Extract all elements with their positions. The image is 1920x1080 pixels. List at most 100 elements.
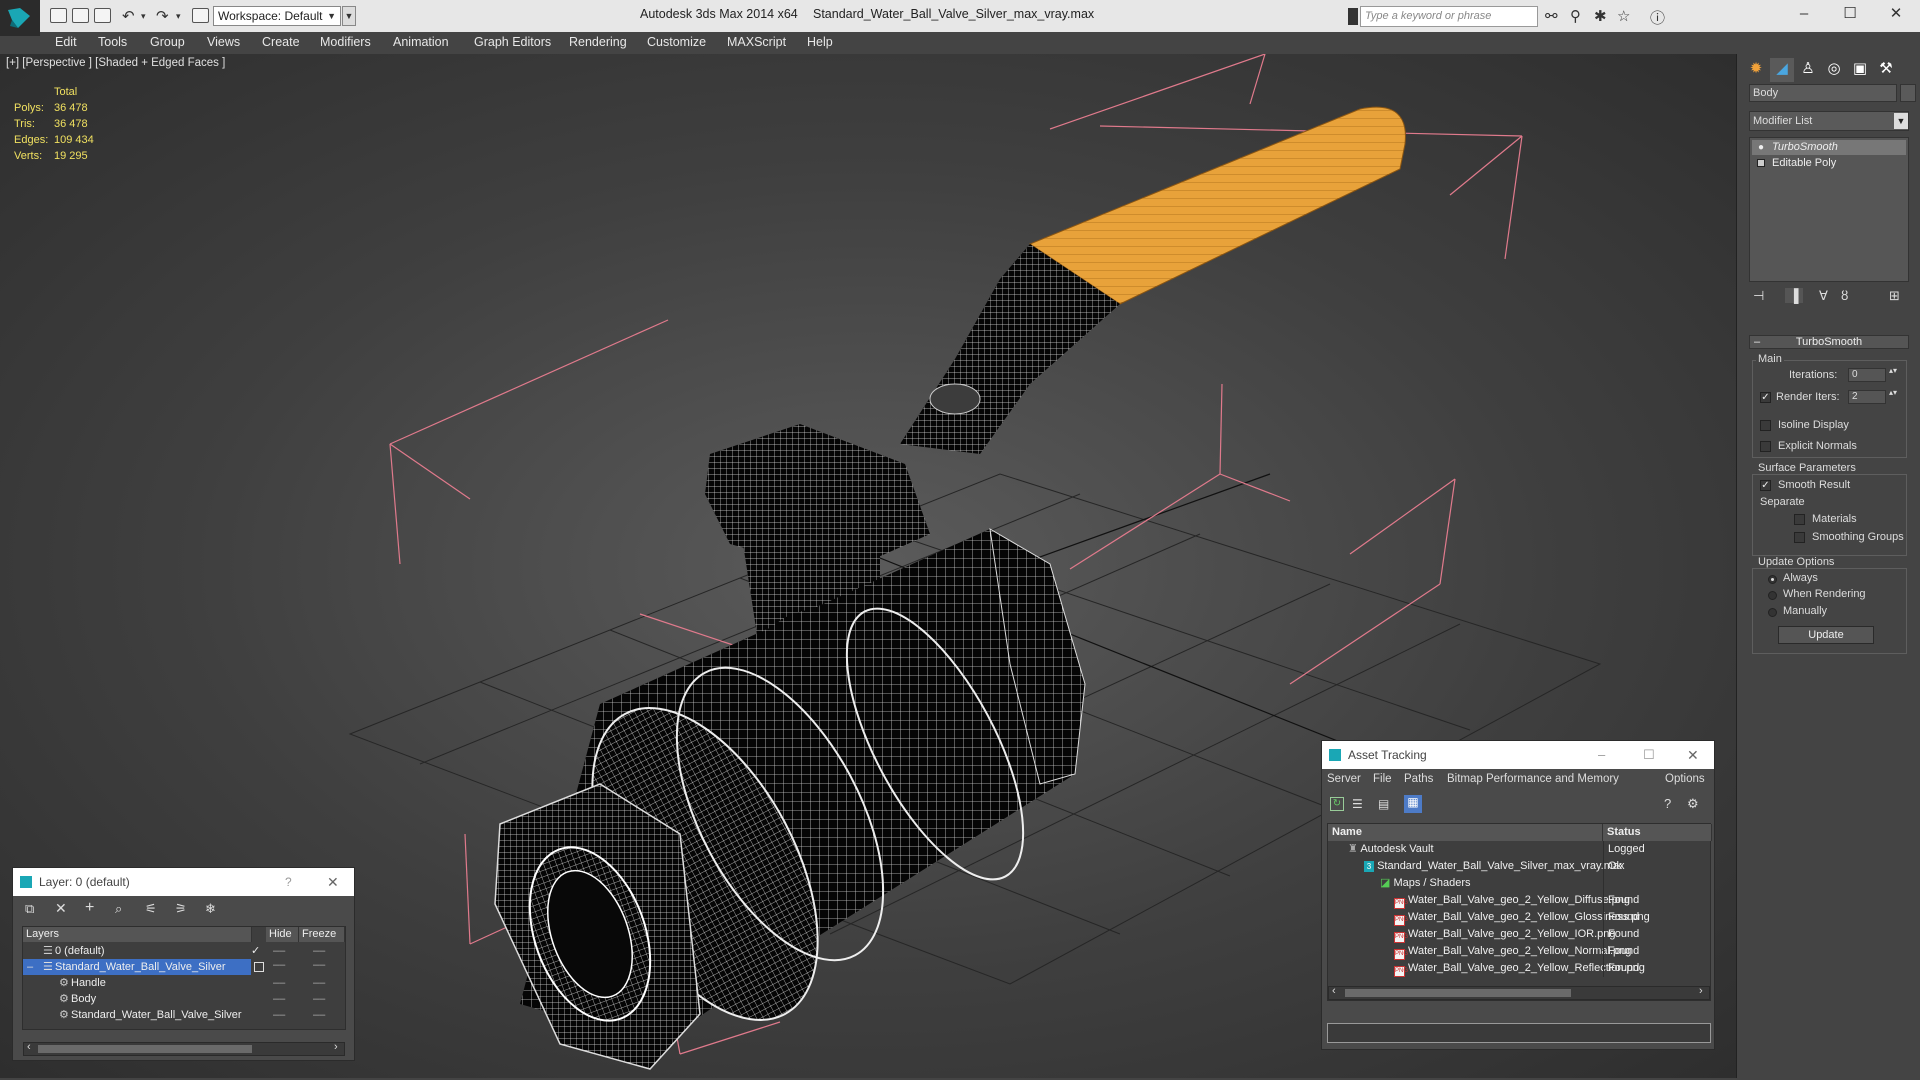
update-button[interactable]: Update: [1778, 626, 1874, 644]
scroll-right-icon[interactable]: ›: [334, 1041, 338, 1053]
table-row[interactable]: PNGWater_Ball_Valve_geo_2_Yellow_Diffuse…: [1394, 892, 1630, 909]
binoculars-icon[interactable]: ⚯: [1545, 7, 1558, 25]
render-iters-spinner[interactable]: 2: [1848, 390, 1886, 404]
materials-checkbox[interactable]: [1794, 514, 1805, 525]
close-window-button[interactable]: ✕: [1873, 0, 1919, 30]
layer-row-default[interactable]: ☰ 0 (default) ✓ –– ––: [23, 943, 345, 959]
current-layer-check-icon[interactable]: ✓: [251, 943, 260, 959]
column-status-header[interactable]: Status: [1603, 824, 1712, 841]
layer-row-valve[interactable]: – ☰ Standard_Water_Ball_Valve_Silver: [23, 959, 251, 975]
smooth-result-checkbox[interactable]: ✓: [1760, 480, 1771, 491]
configure-sets-icon[interactable]: ⊞: [1889, 288, 1900, 304]
menu-group[interactable]: Group: [150, 35, 185, 49]
spinner-arrows-icon[interactable]: ▴▾: [1889, 388, 1897, 397]
turbosmooth-rollout-header[interactable]: – TurboSmooth: [1749, 335, 1909, 349]
spinner-arrows-icon[interactable]: ▴▾: [1889, 366, 1897, 375]
modify-tab-icon[interactable]: ◢: [1770, 58, 1794, 82]
asset-menu-options[interactable]: Options: [1665, 773, 1705, 785]
refresh-icon[interactable]: ↻: [1330, 797, 1344, 811]
smoothing-groups-checkbox[interactable]: [1794, 532, 1805, 543]
menu-modifiers[interactable]: Modifiers: [320, 35, 371, 49]
search-expand-button[interactable]: [1348, 8, 1358, 25]
horizontal-scrollbar[interactable]: ‹ ›: [1328, 985, 1710, 1000]
menu-maxscript[interactable]: MAXScript: [727, 35, 786, 49]
object-name-field[interactable]: Body: [1749, 84, 1897, 102]
when-rendering-radio[interactable]: [1768, 591, 1777, 600]
maximize-button[interactable]: ☐: [1827, 0, 1873, 30]
workspace-options-button[interactable]: ▼: [342, 6, 356, 26]
horizontal-scrollbar[interactable]: ‹ ›: [23, 1041, 345, 1056]
utilities-tab-icon[interactable]: ⚒: [1874, 58, 1898, 82]
save-file-icon[interactable]: [94, 8, 111, 23]
menu-create[interactable]: Create: [262, 35, 300, 49]
freeze-toggle[interactable]: ––: [313, 1007, 325, 1023]
freeze-toggle[interactable]: ––: [313, 975, 325, 991]
object-color-swatch[interactable]: [1900, 84, 1916, 102]
table-row[interactable]: PNGWater_Ball_Valve_geo_2_Yellow_Normal.…: [1394, 943, 1631, 960]
close-button[interactable]: ✕: [327, 868, 339, 896]
render-iters-checkbox[interactable]: ✓: [1760, 392, 1771, 403]
table-view-icon[interactable]: ▦: [1404, 795, 1422, 813]
column-layers-header[interactable]: Layers: [23, 927, 252, 942]
collapse-icon[interactable]: –: [27, 959, 33, 975]
app-menu-button[interactable]: [0, 0, 40, 36]
hide-toggle[interactable]: ––: [273, 975, 285, 991]
close-button[interactable]: ✕: [1687, 741, 1699, 769]
menu-customize[interactable]: Customize: [647, 35, 706, 49]
asset-path-field[interactable]: [1327, 1023, 1711, 1043]
freeze-toggle[interactable]: ––: [313, 943, 325, 959]
manually-radio[interactable]: [1768, 608, 1777, 617]
hide-all-icon[interactable]: ⚞: [175, 901, 187, 917]
menu-views[interactable]: Views: [207, 35, 240, 49]
stack-item-turbosmooth[interactable]: ● TurboSmooth: [1752, 140, 1906, 155]
stack-item-editable-poly[interactable]: Editable Poly: [1752, 156, 1906, 171]
open-file-icon[interactable]: [72, 8, 89, 23]
set-current-layer-icon[interactable]: [254, 962, 264, 972]
motion-tab-icon[interactable]: ◎: [1822, 58, 1846, 82]
maximize-button[interactable]: ☐: [1643, 741, 1655, 769]
undo-dropdown-icon[interactable]: ▾: [141, 11, 146, 22]
hide-toggle[interactable]: ––: [273, 943, 285, 959]
explicit-normals-checkbox[interactable]: [1760, 441, 1771, 452]
list-view-icon[interactable]: ☰: [1352, 797, 1366, 811]
menu-edit[interactable]: Edit: [55, 35, 77, 49]
make-unique-icon[interactable]: ∀: [1819, 288, 1828, 304]
layers-icon[interactable]: ⧉: [25, 901, 34, 917]
delete-layer-icon[interactable]: ✕: [55, 900, 67, 917]
expand-icon[interactable]: [1757, 159, 1765, 167]
asset-menu-bitmap-performance[interactable]: Bitmap Performance and Memory: [1447, 773, 1619, 785]
column-freeze-header[interactable]: Freeze: [299, 927, 345, 942]
select-objects-icon[interactable]: ⌕: [115, 901, 122, 917]
menu-rendering[interactable]: Rendering: [569, 35, 627, 49]
scroll-right-icon[interactable]: ›: [1699, 985, 1703, 997]
layer-row-valve-object[interactable]: ⚙ Standard_Water_Ball_Valve_Silver –– ––: [23, 1007, 345, 1023]
hide-toggle[interactable]: ––: [273, 959, 285, 971]
communication-icon[interactable]: ✱: [1594, 7, 1607, 25]
isoline-display-checkbox[interactable]: [1760, 420, 1771, 431]
scrollbar-thumb[interactable]: [1345, 989, 1571, 997]
project-folder-icon[interactable]: [192, 8, 209, 23]
show-end-result-icon[interactable]: ▐: [1785, 288, 1803, 303]
asset-tracking-titlebar[interactable]: Asset Tracking – ☐ ✕: [1322, 741, 1714, 769]
lightbulb-icon[interactable]: ●: [1758, 140, 1764, 155]
hide-toggle[interactable]: ––: [273, 991, 285, 1007]
scroll-left-icon[interactable]: ‹: [1332, 985, 1336, 997]
freeze-all-icon[interactable]: ❄: [205, 901, 216, 917]
menu-graph-editors[interactable]: Graph Editors: [474, 35, 551, 49]
menu-animation[interactable]: Animation: [393, 35, 449, 49]
table-row[interactable]: 3 Standard_Water_Ball_Valve_Silver_max_v…: [1364, 858, 1624, 875]
freeze-toggle[interactable]: ––: [313, 991, 325, 1007]
modifier-list-dropdown[interactable]: Modifier List: [1749, 111, 1909, 131]
table-row[interactable]: ♜ Autodesk Vault: [1348, 841, 1434, 858]
hierarchy-tab-icon[interactable]: ♙: [1796, 58, 1820, 82]
highlight-layer-icon[interactable]: ⚟: [145, 901, 157, 917]
layer-row-handle[interactable]: ⚙ Handle –– ––: [23, 975, 345, 991]
minimize-button[interactable]: –: [1598, 741, 1605, 769]
new-file-icon[interactable]: [50, 8, 67, 23]
chevron-down-icon[interactable]: ▼: [1894, 113, 1908, 129]
table-row[interactable]: ◪ Maps / Shaders: [1380, 875, 1471, 892]
always-radio[interactable]: [1768, 575, 1777, 584]
help-button[interactable]: ?: [285, 868, 292, 896]
redo-icon[interactable]: ↷: [156, 7, 169, 25]
hide-toggle[interactable]: ––: [273, 1007, 285, 1023]
